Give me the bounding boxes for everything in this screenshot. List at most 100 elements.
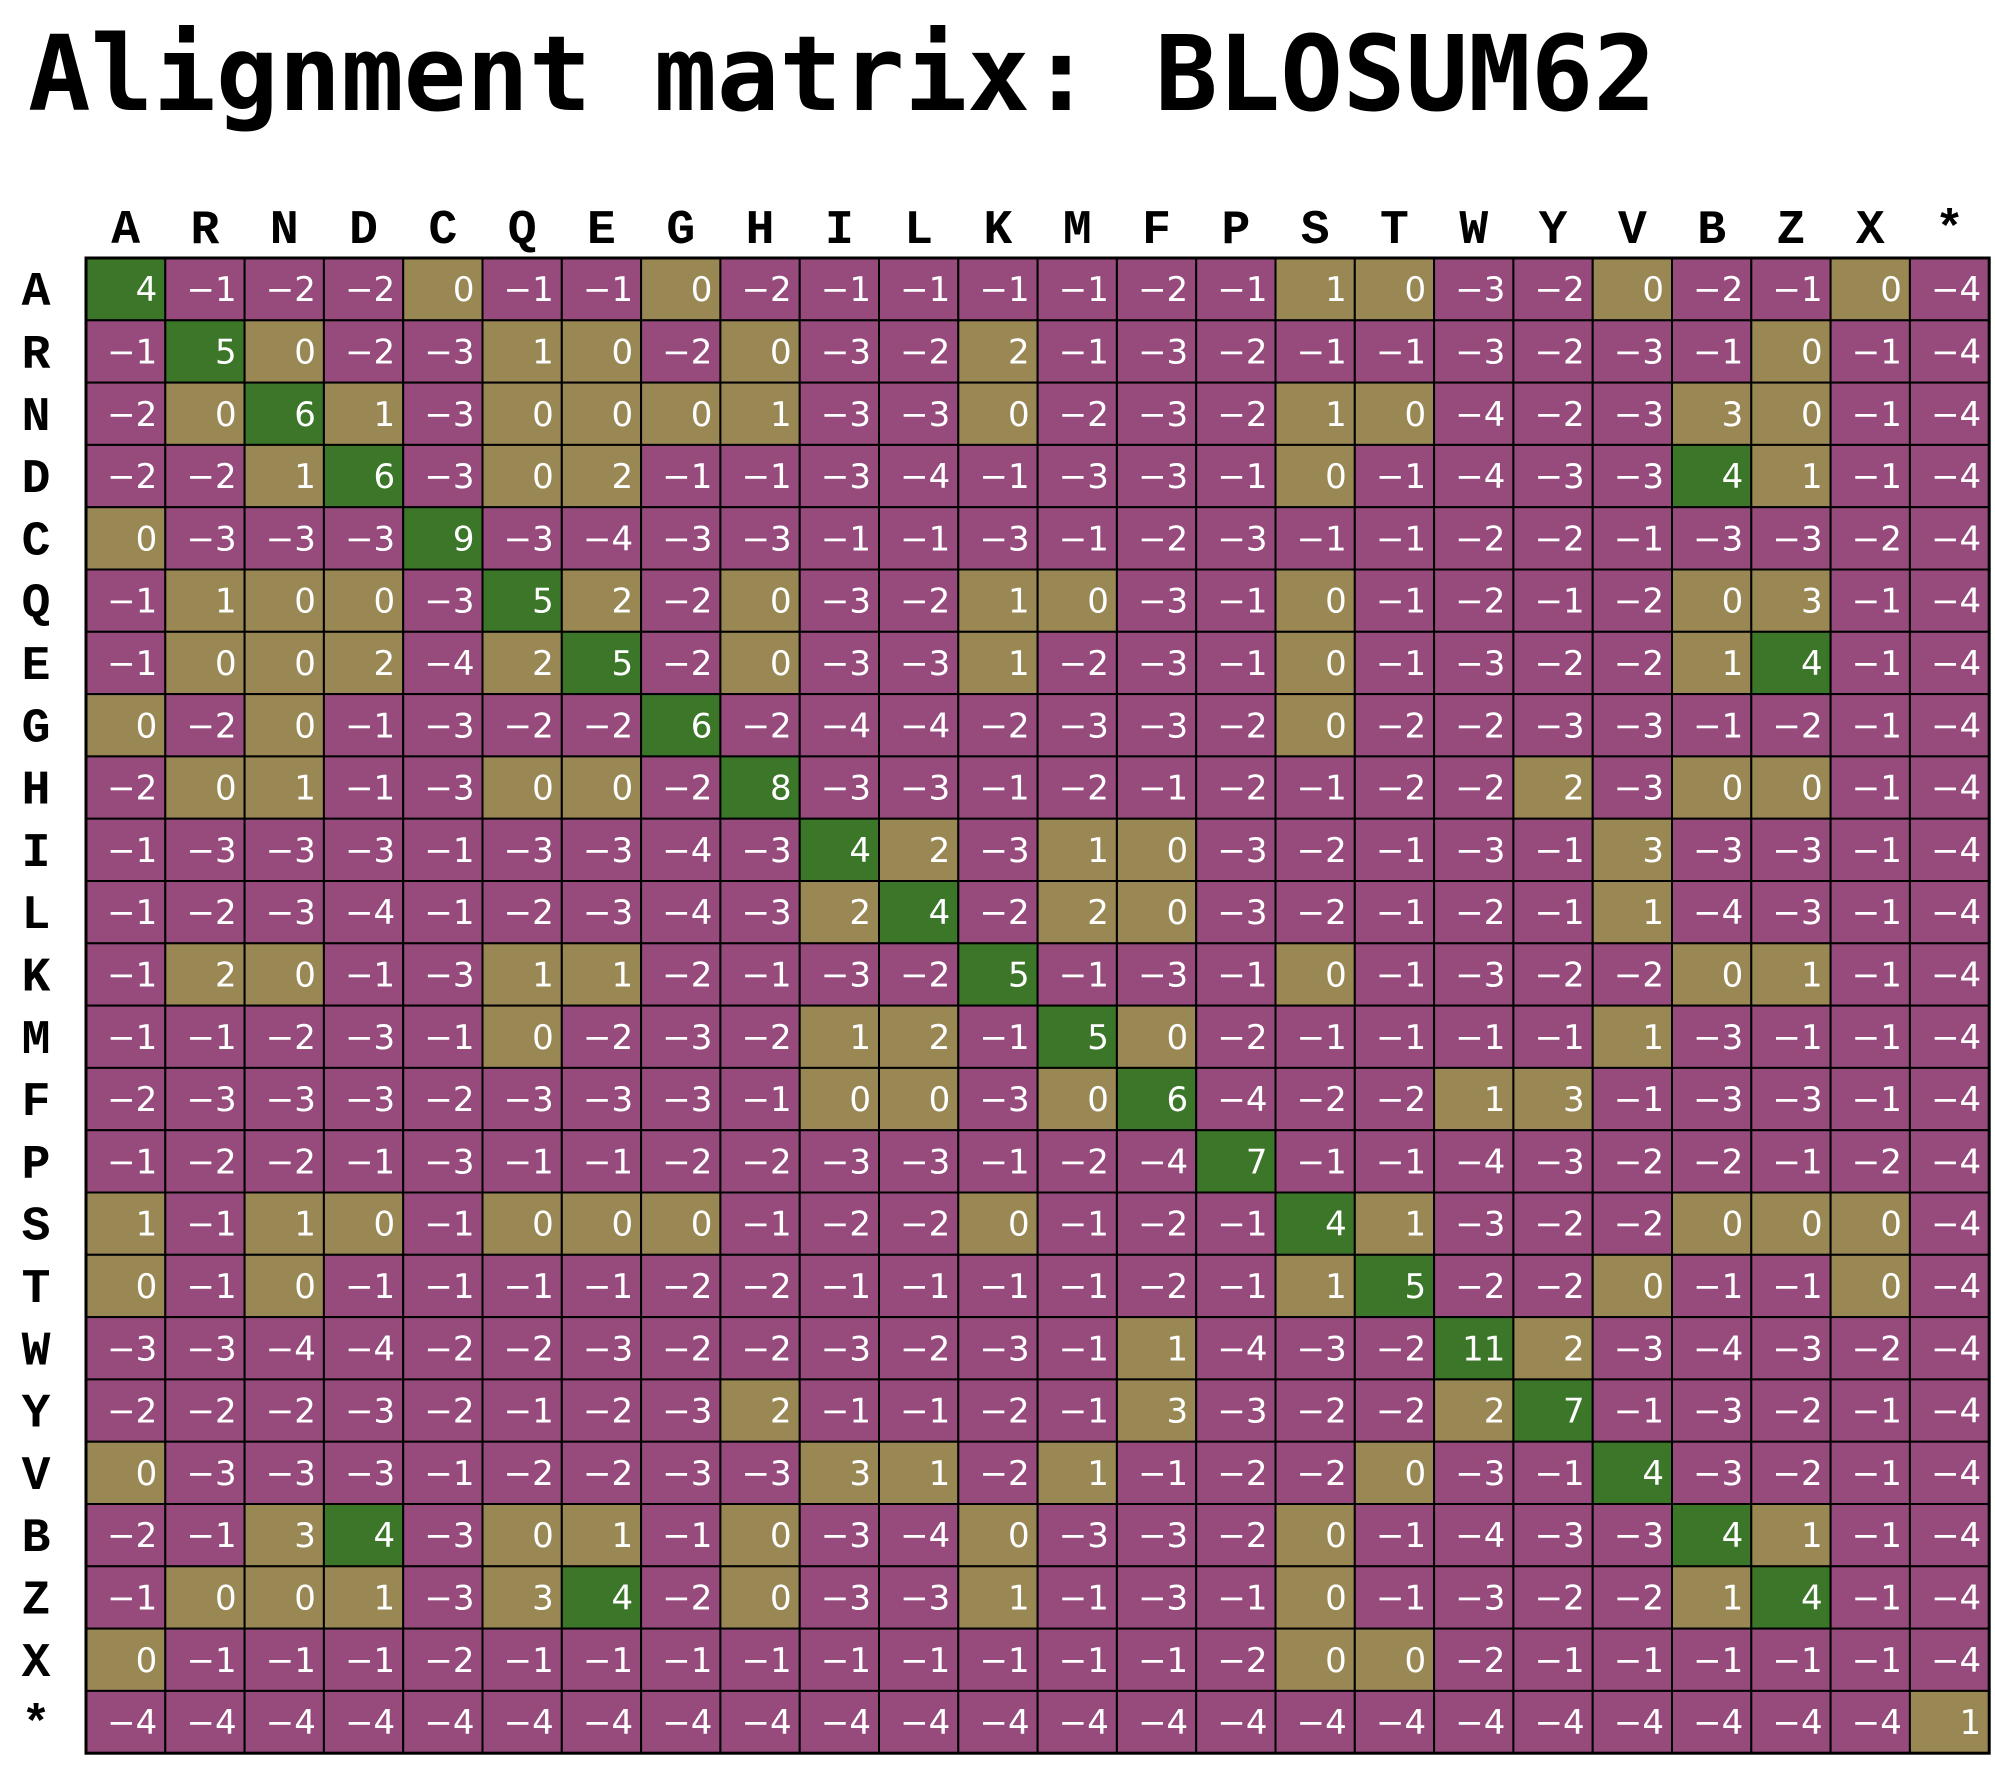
cell-value: −1 bbox=[424, 1205, 474, 1245]
cell-value: −3 bbox=[266, 1080, 316, 1120]
cell-value: −2 bbox=[583, 1392, 633, 1432]
cell-value: −1 bbox=[1376, 332, 1426, 372]
cell-value: −1 bbox=[979, 769, 1029, 809]
cell-value: 0 bbox=[532, 1516, 554, 1556]
cell-value: 1 bbox=[374, 395, 396, 435]
column-label: S bbox=[1301, 204, 1330, 258]
cell-value: −2 bbox=[1297, 1080, 1347, 1120]
cell-value: 4 bbox=[1642, 1454, 1664, 1494]
cell-value: −1 bbox=[1138, 1641, 1188, 1681]
cell-value: −3 bbox=[1455, 1205, 1505, 1245]
cell-value: −2 bbox=[424, 1329, 474, 1369]
cell-value: −3 bbox=[979, 1329, 1029, 1369]
cell-value: −1 bbox=[1535, 1454, 1585, 1494]
cell-value: 2 bbox=[611, 457, 633, 497]
cell-value: −3 bbox=[1138, 955, 1188, 995]
cell-value: −3 bbox=[742, 1454, 792, 1494]
cell-value: −2 bbox=[1217, 1454, 1267, 1494]
cell-value: −1 bbox=[1217, 1578, 1267, 1618]
column-label: L bbox=[904, 204, 933, 258]
cell-value: −4 bbox=[583, 1703, 633, 1743]
cell-value: −3 bbox=[424, 955, 474, 995]
cell-value: −2 bbox=[1297, 1392, 1347, 1432]
cell-value: −3 bbox=[662, 1080, 712, 1120]
cell-value: −3 bbox=[1217, 831, 1267, 871]
cell-value: −2 bbox=[1455, 1267, 1505, 1307]
cell-value: −2 bbox=[504, 1329, 554, 1369]
cell-value: −4 bbox=[1455, 395, 1505, 435]
cell-value: −1 bbox=[1217, 1205, 1267, 1245]
cell-value: −1 bbox=[186, 270, 236, 310]
row-label: V bbox=[22, 1450, 51, 1504]
cell-value: −1 bbox=[900, 270, 950, 310]
cell-value: −3 bbox=[1614, 769, 1664, 809]
cell-value: −1 bbox=[424, 1454, 474, 1494]
cell-value: 1 bbox=[1325, 1267, 1347, 1307]
cell-value: 6 bbox=[691, 706, 713, 746]
cell-value: −2 bbox=[107, 1080, 157, 1120]
column-label: W bbox=[1459, 204, 1488, 258]
cell-value: −4 bbox=[900, 1703, 950, 1743]
cell-value: −2 bbox=[583, 1454, 633, 1494]
cell-value: −4 bbox=[1931, 644, 1981, 684]
cell-value: 5 bbox=[1008, 955, 1030, 995]
row-label: R bbox=[22, 328, 51, 382]
cell-value: 4 bbox=[929, 893, 951, 933]
cell-value: −3 bbox=[424, 395, 474, 435]
cell-value: −2 bbox=[1455, 706, 1505, 746]
cell-value: −1 bbox=[345, 706, 395, 746]
cell-value: −3 bbox=[662, 1392, 712, 1432]
cell-value: −4 bbox=[266, 1703, 316, 1743]
column-label: X bbox=[1856, 204, 1885, 258]
cell-value: −1 bbox=[1376, 1578, 1426, 1618]
cell-value: 0 bbox=[1167, 1018, 1189, 1058]
cell-value: −1 bbox=[1059, 332, 1109, 372]
cell-value: −3 bbox=[1772, 1080, 1822, 1120]
cell-value: −3 bbox=[1138, 457, 1188, 497]
cell-value: 1 bbox=[929, 1454, 951, 1494]
cell-value: 0 bbox=[1087, 1080, 1109, 1120]
cell-value: 0 bbox=[1801, 332, 1823, 372]
cell-value: −1 bbox=[583, 270, 633, 310]
cell-value: −2 bbox=[742, 1142, 792, 1182]
cell-value: −1 bbox=[1376, 582, 1426, 622]
cell-value: −3 bbox=[1455, 1578, 1505, 1618]
cell-value: −4 bbox=[1931, 395, 1981, 435]
cell-value: −3 bbox=[1614, 332, 1664, 372]
cell-value: −2 bbox=[1455, 1641, 1505, 1681]
cell-value: −1 bbox=[742, 1205, 792, 1245]
cell-value: −3 bbox=[900, 1578, 950, 1618]
cell-value: −2 bbox=[186, 1392, 236, 1432]
cell-value: −3 bbox=[821, 457, 871, 497]
cell-value: −3 bbox=[1455, 270, 1505, 310]
cell-value: 2 bbox=[215, 955, 237, 995]
cell-value: 4 bbox=[374, 1516, 396, 1556]
cell-value: −4 bbox=[1931, 1516, 1981, 1556]
cell-value: 1 bbox=[136, 1205, 158, 1245]
cell-value: −2 bbox=[1138, 1267, 1188, 1307]
cell-value: 1 bbox=[1325, 395, 1347, 435]
cell-value: 0 bbox=[611, 769, 633, 809]
cell-value: 2 bbox=[1563, 1329, 1585, 1369]
cell-value: 0 bbox=[611, 1205, 633, 1245]
cell-value: 4 bbox=[611, 1578, 633, 1618]
cell-value: 0 bbox=[215, 644, 237, 684]
cell-value: −3 bbox=[1455, 831, 1505, 871]
cell-value: −1 bbox=[107, 1142, 157, 1182]
cell-value: −4 bbox=[1297, 1703, 1347, 1743]
cell-value: −3 bbox=[821, 582, 871, 622]
cell-value: −1 bbox=[1376, 955, 1426, 995]
cell-value: −3 bbox=[583, 893, 633, 933]
cell-value: −1 bbox=[1217, 644, 1267, 684]
cell-value: 0 bbox=[1801, 395, 1823, 435]
cell-value: 7 bbox=[1563, 1392, 1585, 1432]
cell-value: 1 bbox=[1325, 270, 1347, 310]
cell-value: −1 bbox=[186, 1267, 236, 1307]
cell-value: −3 bbox=[821, 769, 871, 809]
cell-value: −1 bbox=[900, 1392, 950, 1432]
cell-value: −3 bbox=[1138, 1516, 1188, 1556]
cell-value: −2 bbox=[1535, 519, 1585, 559]
cell-value: −3 bbox=[345, 1018, 395, 1058]
cell-value: −4 bbox=[1455, 1516, 1505, 1556]
cell-value: −4 bbox=[742, 1703, 792, 1743]
